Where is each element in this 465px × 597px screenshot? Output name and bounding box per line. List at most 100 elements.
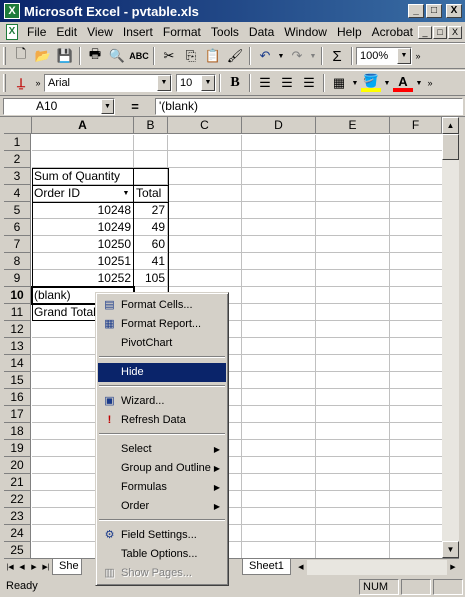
column-header-e[interactable]: E (316, 117, 390, 134)
align-center-icon[interactable]: ☰ (277, 73, 297, 93)
chevron-down-icon[interactable]: ▼ (157, 75, 171, 91)
menu-item-table-options[interactable]: Table Options... (98, 545, 226, 564)
tab-scroll-icon[interactable]: ◀ (295, 560, 307, 575)
horizontal-scrollbar[interactable] (306, 559, 447, 575)
first-sheet-icon[interactable]: |◀ (4, 560, 16, 575)
font-color-icon[interactable]: A (393, 74, 413, 92)
font-combo[interactable]: Arial ▼ (44, 74, 172, 92)
scroll-thumb[interactable] (442, 134, 459, 160)
menu-view[interactable]: View (82, 25, 118, 39)
row-header[interactable]: 5 (4, 202, 31, 219)
formula-input[interactable]: '(blank) (155, 98, 463, 115)
toolbar-options-icon[interactable]: » (425, 73, 435, 93)
menu-insert[interactable]: Insert (118, 25, 158, 39)
menu-item-refresh-data[interactable]: ! Refresh Data (98, 411, 226, 430)
bold-button[interactable]: B (225, 73, 245, 93)
toolbar-grip[interactable] (3, 74, 6, 92)
vertical-scrollbar[interactable]: ▲ ▼ (442, 117, 459, 558)
print-icon[interactable]: 🖶 (85, 46, 105, 66)
row-header[interactable]: 11 (4, 304, 31, 321)
menu-format[interactable]: Format (158, 25, 206, 39)
menu-tools[interactable]: Tools (206, 25, 244, 39)
print-preview-icon[interactable]: 🔍 (107, 46, 127, 66)
doc-restore-button[interactable]: □ (433, 25, 447, 39)
menu-item-select[interactable]: Select ▶ (98, 440, 226, 459)
minimize-button[interactable]: _ (408, 4, 424, 18)
row-header[interactable]: 22 (4, 491, 31, 508)
row-header[interactable]: 3 (4, 168, 31, 185)
chevron-down-icon[interactable]: ▼ (101, 99, 114, 114)
paste-icon[interactable]: 📋 (203, 46, 223, 66)
row-header[interactable]: 15 (4, 372, 31, 389)
row-header[interactable]: 18 (4, 423, 31, 440)
row-header[interactable]: 8 (4, 253, 31, 270)
redo-icon[interactable]: ↷ (287, 46, 307, 66)
toolbar-options-icon[interactable]: » (413, 46, 423, 66)
undo-dropdown-icon[interactable]: ▼ (277, 46, 285, 66)
undo-icon[interactable]: ↶ (255, 46, 275, 66)
cut-icon[interactable]: ✂ (159, 46, 179, 66)
row-header[interactable]: 10 (4, 287, 31, 304)
maximize-button[interactable]: □ (426, 4, 442, 18)
menu-edit[interactable]: Edit (51, 25, 82, 39)
doc-close-button[interactable]: X (448, 25, 462, 39)
menu-acrobat[interactable]: Acrobat (367, 25, 418, 39)
menu-help[interactable]: Help (332, 25, 367, 39)
menu-item-format-report[interactable]: ▦ Format Report... (98, 315, 226, 334)
row-header[interactable]: 25 (4, 542, 31, 558)
menu-window[interactable]: Window (279, 25, 332, 39)
doc-minimize-button[interactable]: _ (418, 25, 432, 39)
row-header[interactable]: 1 (4, 134, 31, 151)
menu-item-format-cells[interactable]: ▤ Format Cells... (98, 296, 226, 315)
borders-dropdown-icon[interactable]: ▼ (351, 73, 359, 93)
zoom-combo[interactable]: 100% ▼ (356, 47, 412, 65)
row-header[interactable]: 13 (4, 338, 31, 355)
pdf-icon[interactable]: ⍊ (11, 73, 31, 93)
close-button[interactable]: X (446, 4, 462, 18)
row-header[interactable]: 21 (4, 474, 31, 491)
font-size-combo[interactable]: 10 ▼ (176, 74, 216, 92)
toolbar-grip[interactable] (3, 47, 6, 65)
menu-item-group-outline[interactable]: Group and Outline ▶ (98, 459, 226, 478)
toolbar-options-icon[interactable]: » (33, 73, 43, 93)
last-sheet-icon[interactable]: ▶| (40, 560, 52, 575)
new-icon[interactable]: 🗋 (11, 46, 31, 66)
excel-icon[interactable]: X (4, 3, 20, 19)
menu-data[interactable]: Data (244, 25, 279, 39)
column-header-f[interactable]: F (390, 117, 442, 134)
select-all-button[interactable] (4, 117, 32, 134)
chevron-down-icon[interactable]: ▼ (201, 75, 215, 91)
next-sheet-icon[interactable]: ▶ (28, 560, 40, 575)
row-header[interactable]: 19 (4, 440, 31, 457)
sheet-tab-partial[interactable]: She (52, 559, 82, 575)
workbook-icon[interactable]: X (6, 24, 19, 40)
row-header[interactable]: 14 (4, 355, 31, 372)
row-header[interactable]: 20 (4, 457, 31, 474)
fill-dropdown-icon[interactable]: ▼ (383, 73, 391, 93)
name-box[interactable]: A10 ▼ (3, 98, 115, 115)
align-right-icon[interactable]: ☰ (299, 73, 319, 93)
row-header[interactable]: 23 (4, 508, 31, 525)
redo-dropdown-icon[interactable]: ▼ (309, 46, 317, 66)
spelling-icon[interactable]: ABC (129, 46, 149, 66)
copy-icon[interactable]: ⎘ (181, 46, 201, 66)
column-header-c[interactable]: C (168, 117, 242, 134)
column-header-b[interactable]: B (134, 117, 168, 134)
column-header-d[interactable]: D (242, 117, 316, 134)
row-header[interactable]: 2 (4, 151, 31, 168)
menu-item-hide[interactable]: Hide (98, 363, 226, 382)
scroll-right-icon[interactable]: ▶ (447, 560, 459, 575)
menu-file[interactable]: File (22, 25, 51, 39)
menu-item-formulas[interactable]: Formulas ▶ (98, 478, 226, 497)
sheet-tab-sheet1[interactable]: Sheet1 (242, 559, 291, 575)
font-color-dropdown-icon[interactable]: ▼ (415, 73, 423, 93)
scroll-up-icon[interactable]: ▲ (442, 117, 459, 134)
align-left-icon[interactable]: ☰ (255, 73, 275, 93)
row-header[interactable]: 7 (4, 236, 31, 253)
chevron-down-icon[interactable]: ▼ (397, 48, 411, 64)
row-header[interactable]: 6 (4, 219, 31, 236)
open-icon[interactable]: 📂 (33, 46, 53, 66)
menu-item-wizard[interactable]: ▣ Wizard... (98, 392, 226, 411)
fill-color-icon[interactable]: 🪣 (361, 73, 381, 92)
format-painter-icon[interactable]: 🖌 (225, 46, 245, 66)
